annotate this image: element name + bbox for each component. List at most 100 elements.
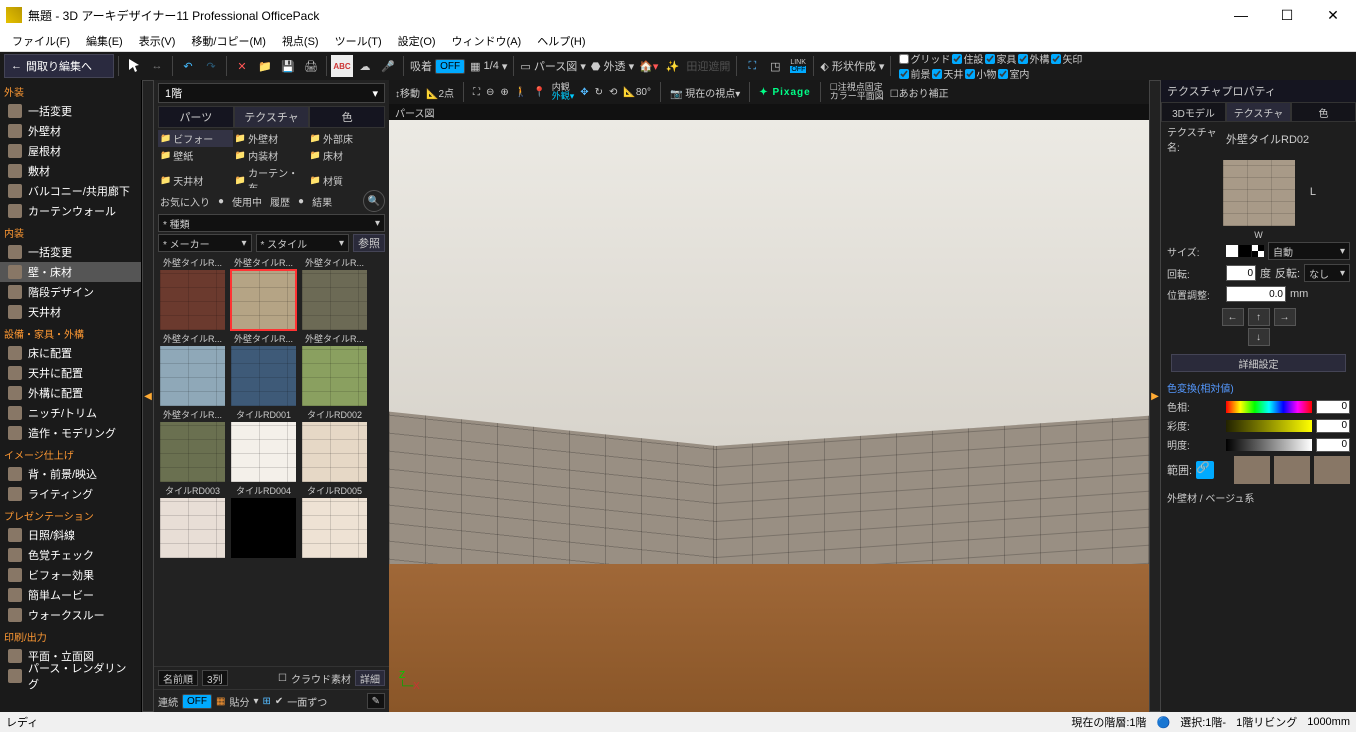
- vt-colorplan[interactable]: カラー平面図: [830, 92, 884, 101]
- move-tool-icon[interactable]: ↔: [146, 55, 168, 77]
- range-link-icon[interactable]: 🔗: [1196, 461, 1214, 479]
- pointer-tool-icon[interactable]: [123, 55, 145, 77]
- sidebar-collapse-icon[interactable]: ◀: [142, 80, 154, 712]
- menu-item[interactable]: ウィンドウ(A): [444, 31, 530, 51]
- mic-icon[interactable]: 🎤: [377, 55, 399, 77]
- 3d-viewport[interactable]: Z└─X: [389, 120, 1149, 712]
- sidebar-item[interactable]: ビフォー効果: [0, 565, 141, 585]
- sidebar-item[interactable]: 階段デザイン: [0, 282, 141, 302]
- range-thumb1[interactable]: [1234, 456, 1270, 484]
- texture-swatch[interactable]: 外壁タイルR...: [158, 332, 227, 406]
- link-off-icon[interactable]: LINKOFF: [787, 55, 809, 77]
- vt-aori[interactable]: あおり補正: [899, 89, 949, 100]
- nudge-down-icon[interactable]: ↓: [1248, 328, 1270, 346]
- texture-swatch[interactable]: タイルRD005: [300, 484, 369, 558]
- cloud-icon[interactable]: ☁: [354, 55, 376, 77]
- texture-swatch[interactable]: タイルRD001: [229, 408, 298, 482]
- texture-swatch[interactable]: 外壁タイルR...: [300, 256, 369, 330]
- view-perspective-button[interactable]: ▭ パース図 ▾: [518, 55, 587, 77]
- vt-pan-icon[interactable]: ✥: [580, 87, 588, 98]
- filter-fav[interactable]: お気に入り: [158, 193, 212, 210]
- continuous-state[interactable]: OFF: [182, 694, 212, 709]
- undo-icon[interactable]: ↶: [177, 55, 199, 77]
- display-check[interactable]: 矢印: [1051, 51, 1082, 66]
- texture-swatch[interactable]: 外壁タイルR...: [300, 332, 369, 406]
- texture-category[interactable]: 壁紙: [158, 147, 233, 164]
- hue-input[interactable]: [1316, 400, 1350, 414]
- sidebar-item[interactable]: ライティング: [0, 484, 141, 504]
- rightpanel-collapse-icon[interactable]: ▶: [1149, 80, 1161, 712]
- abc-icon[interactable]: ABC: [331, 55, 353, 77]
- delete-icon[interactable]: ✕: [231, 55, 253, 77]
- sidebar-item[interactable]: ニッチ/トリム: [0, 403, 141, 423]
- menu-item[interactable]: 編集(E): [78, 31, 131, 51]
- dim-tool-icon[interactable]: 田迎遮開: [684, 55, 732, 77]
- transparent-toggle[interactable]: ⬣ 外透 ▾: [589, 55, 636, 77]
- each-face-check[interactable]: 一面ずつ: [287, 694, 327, 709]
- sidebar-item[interactable]: 一括変更: [0, 242, 141, 262]
- shape-create-button[interactable]: ⬖ 形状作成 ▾: [818, 55, 886, 77]
- texture-category[interactable]: 材質: [308, 164, 383, 188]
- sat-slider[interactable]: [1226, 420, 1312, 432]
- texture-swatch[interactable]: タイルRD002: [300, 408, 369, 482]
- magic-wand-icon[interactable]: ✨: [661, 55, 683, 77]
- menu-item[interactable]: 視点(S): [274, 31, 327, 51]
- property-tab[interactable]: テクスチャ: [1226, 102, 1291, 122]
- palette-tab[interactable]: パーツ: [158, 106, 234, 128]
- sidebar-item[interactable]: カーテンウォール: [0, 201, 141, 221]
- texture-category[interactable]: 床材: [308, 147, 383, 164]
- browse-button[interactable]: 参照: [353, 234, 385, 252]
- redo-icon[interactable]: ↷: [200, 55, 222, 77]
- texture-category[interactable]: 内装材: [233, 147, 308, 164]
- minimize-button[interactable]: —: [1218, 0, 1264, 30]
- screen-select-icon[interactable]: ⛶: [741, 55, 763, 77]
- sidebar-item[interactable]: パース・レンダリング: [0, 666, 141, 686]
- display-check[interactable]: 天井: [932, 66, 963, 81]
- menu-item[interactable]: ファイル(F): [4, 31, 78, 51]
- texture-category[interactable]: 天井材: [158, 164, 233, 188]
- display-check[interactable]: 外構: [1018, 51, 1049, 66]
- hue-slider[interactable]: [1226, 401, 1312, 413]
- texture-category[interactable]: 外部床: [308, 130, 383, 147]
- detail-button[interactable]: 詳細: [355, 670, 385, 686]
- vt-person-icon[interactable]: 🚶: [515, 87, 527, 98]
- sidebar-item[interactable]: 日照/斜線: [0, 525, 141, 545]
- vt-camera-icon[interactable]: 📷 現在の視点▾: [670, 85, 740, 100]
- maximize-button[interactable]: ☐: [1264, 0, 1310, 30]
- screen-area-icon[interactable]: ◳: [764, 55, 786, 77]
- range-thumb2[interactable]: [1274, 456, 1310, 484]
- vt-fit-icon[interactable]: ⛶: [473, 87, 480, 98]
- texture-swatch[interactable]: 外壁タイルR...: [158, 408, 227, 482]
- bri-input[interactable]: [1316, 438, 1350, 452]
- texture-category[interactable]: カーテン・布: [233, 164, 308, 188]
- sidebar-item[interactable]: 天井に配置: [0, 363, 141, 383]
- floor-selector[interactable]: 1階: [158, 83, 385, 103]
- texture-swatch[interactable]: 外壁タイルR...: [229, 332, 298, 406]
- advanced-settings-button[interactable]: 詳細設定: [1171, 354, 1346, 372]
- vt-zoomin-icon[interactable]: ⊕: [500, 87, 508, 98]
- display-check[interactable]: グリッド: [899, 51, 950, 66]
- sort-combo[interactable]: 名前順: [158, 670, 198, 686]
- house-icon[interactable]: 🏠▾: [637, 55, 660, 77]
- size-mode-combo[interactable]: 自動: [1268, 242, 1350, 260]
- sidebar-item[interactable]: 床に配置: [0, 343, 141, 363]
- save-icon[interactable]: 💾: [277, 55, 299, 77]
- print-icon[interactable]: 🖨: [300, 55, 322, 77]
- menu-item[interactable]: ツール(T): [327, 31, 390, 51]
- vt-pin-icon[interactable]: 📍: [533, 87, 545, 98]
- nudge-left-icon[interactable]: ←: [1222, 308, 1244, 326]
- sidebar-item[interactable]: 造作・モデリング: [0, 423, 141, 443]
- display-check[interactable]: 家具: [985, 51, 1016, 66]
- snap-toggle[interactable]: 吸着 OFF: [408, 55, 467, 77]
- vt-angle[interactable]: 📐80°: [623, 87, 651, 98]
- display-check[interactable]: 小物: [965, 66, 996, 81]
- search-icon[interactable]: 🔍: [363, 190, 385, 212]
- flip-combo[interactable]: なし: [1304, 264, 1350, 282]
- sidebar-item[interactable]: 背・前景/映込: [0, 464, 141, 484]
- sat-input[interactable]: [1316, 419, 1350, 433]
- bri-slider[interactable]: [1226, 439, 1312, 451]
- menu-item[interactable]: 表示(V): [131, 31, 184, 51]
- open-folder-icon[interactable]: 📁: [254, 55, 276, 77]
- position-input[interactable]: [1226, 286, 1286, 302]
- palette-tab[interactable]: 色: [309, 106, 385, 128]
